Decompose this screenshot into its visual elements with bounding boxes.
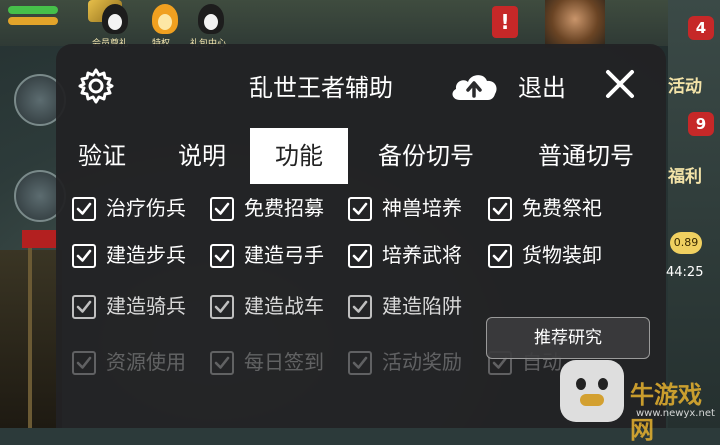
option-label: 免费祭祀 [522,196,602,220]
check-icon [76,202,92,215]
red-flag [22,230,58,248]
percent-badge: 0.89 [670,232,702,254]
right-sidebar [668,0,720,428]
checkbox[interactable] [348,197,372,221]
check-icon [352,356,368,369]
check-icon [492,249,508,262]
check-icon [214,202,230,215]
tab-backup-switch[interactable]: 备份切号 [356,128,496,184]
check-icon [214,249,230,262]
tab-verify[interactable]: 验证 [56,128,148,184]
recommend-research-button[interactable]: 推荐研究 [486,317,650,359]
checkbox[interactable] [348,295,372,319]
option-label: 培养武将 [382,243,462,267]
alert-badge[interactable]: ! [492,6,518,38]
checkbox[interactable] [72,197,96,221]
check-icon [76,300,92,313]
check-icon [352,249,368,262]
privilege-icon[interactable] [152,4,178,34]
logout-button[interactable]: 退出 [518,68,566,103]
check-icon [352,202,368,215]
option-label: 每日签到 [244,350,324,374]
check-icon [214,356,230,369]
checkbox[interactable] [210,197,234,221]
check-icon [76,356,92,369]
tab-normal-switch[interactable]: 普通切号 [516,128,656,184]
welfare-count-badge: 9 [688,112,714,136]
checkbox[interactable] [210,244,234,268]
checkbox[interactable] [348,351,372,375]
option-label: 建造陷阱 [382,294,462,318]
energy-bar [8,17,58,25]
option-label: 免费招募 [244,196,324,220]
check-icon [214,300,230,313]
tab-instructions[interactable]: 说明 [156,128,248,184]
checkbox[interactable] [72,351,96,375]
dialog-title: 乱世王者辅助 [249,74,393,102]
checkbox[interactable] [348,244,372,268]
checkbox[interactable] [488,197,512,221]
option-label: 建造骑兵 [106,294,186,318]
option-label: 建造战车 [244,294,324,318]
welfare-label[interactable]: 福利 [668,162,702,187]
check-icon [492,202,508,215]
checkbox[interactable] [72,244,96,268]
check-icon [352,300,368,313]
hero-portrait[interactable] [545,0,605,48]
dialog-header: 乱世王者辅助 退出 [56,44,666,126]
watermark-mascot-logo [560,360,624,422]
option-label: 资源使用 [106,350,186,374]
check-icon [76,249,92,262]
ship-mast [28,230,32,428]
checkbox[interactable] [488,244,512,268]
activity-label[interactable]: 活动 [668,72,702,97]
cloud-upload-icon[interactable] [448,68,500,104]
activity-count-badge: 4 [688,16,714,40]
option-label: 建造步兵 [106,243,186,267]
option-label: 治疗伤兵 [106,196,186,220]
option-label: 活动奖励 [382,350,462,374]
checkbox[interactable] [72,295,96,319]
close-icon[interactable] [600,64,640,104]
option-label: 神兽培养 [382,196,462,220]
gift-center-icon[interactable] [198,4,224,34]
vip-gift-icon[interactable] [102,4,128,34]
countdown-timer: 44:25 [666,265,704,280]
option-label: 货物装卸 [522,243,602,267]
gear-icon[interactable] [76,66,116,106]
checkbox[interactable] [210,351,234,375]
tab-functions[interactable]: 功能 [250,128,348,184]
option-label: 建造弓手 [244,243,324,267]
checkbox[interactable] [210,295,234,319]
hp-bar [8,6,58,14]
tab-bar: 验证 说明 功能 备份切号 普通切号 [56,128,666,184]
watermark-url: www.newyx.net [636,408,715,419]
